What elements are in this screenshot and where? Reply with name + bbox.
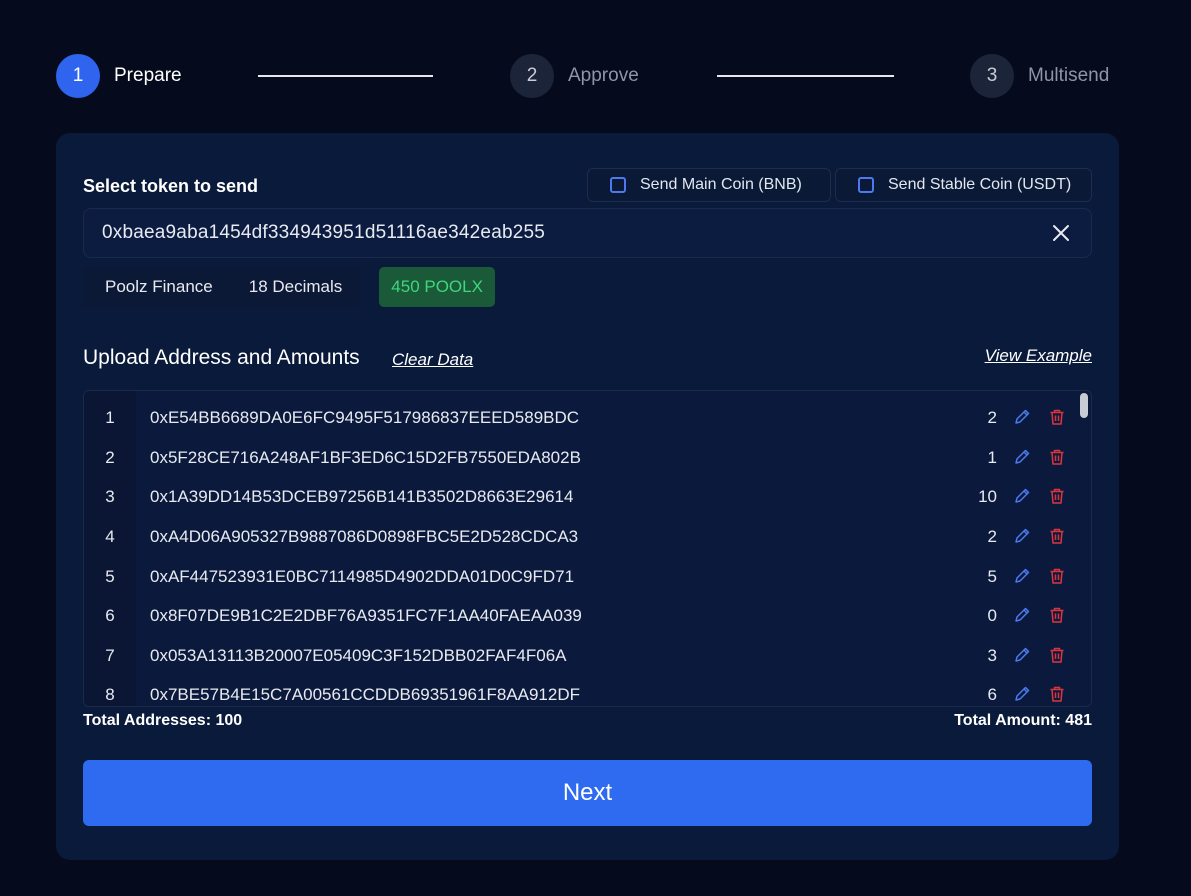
trash-icon[interactable] <box>1048 567 1066 585</box>
token-info: Poolz Finance 18 Decimals 450 POOLX <box>83 267 495 307</box>
step-multisend[interactable]: 3 Multisend <box>970 54 1109 98</box>
row-address: 0x1A39DD14B53DCEB97256B141B3502D8663E296… <box>150 486 574 506</box>
pencil-icon[interactable] <box>1013 567 1031 585</box>
token-address-input[interactable]: 0xbaea9aba1454df334943951d51116ae342eab2… <box>83 208 1092 258</box>
total-amount: Total Amount: 481 <box>954 712 1092 729</box>
send-main-coin-option[interactable]: Send Main Coin (BNB) <box>587 168 831 202</box>
row-amount: 3 <box>987 645 997 665</box>
close-icon[interactable] <box>1051 223 1071 243</box>
row-index: 5 <box>105 566 115 586</box>
row-index: 7 <box>105 645 115 665</box>
row-address: 0x5F28CE716A248AF1BF3ED6C15D2FB7550EDA80… <box>150 447 581 467</box>
row-amount: 6 <box>987 684 997 704</box>
scrollbar-thumb[interactable] <box>1080 393 1088 418</box>
total-addresses: Total Addresses: 100 <box>83 712 243 729</box>
table-row: 5 0xAF447523931E0BC7114985D4902DDA01D0C9… <box>84 557 1091 596</box>
step-prepare[interactable]: 1 Prepare <box>56 54 182 98</box>
step-label: Multisend <box>1028 65 1110 86</box>
table-row: 8 0x7BE57B4E15C7A00561CCDDB69351961F8AA9… <box>84 675 1091 706</box>
trash-icon[interactable] <box>1048 527 1066 545</box>
trash-icon[interactable] <box>1048 606 1066 624</box>
row-amount: 1 <box>987 447 997 467</box>
row-address: 0xE54BB6689DA0E6FC9495F517986837EEED589B… <box>150 407 580 427</box>
row-index: 8 <box>105 684 115 704</box>
step-number: 2 <box>510 54 554 98</box>
multisend-card: Select token to send Send Main Coin (BNB… <box>56 133 1119 860</box>
pencil-icon[interactable] <box>1013 606 1031 624</box>
table-row: 2 0x5F28CE716A248AF1BF3ED6C15D2FB7550EDA… <box>84 438 1091 477</box>
table-row: 4 0xA4D06A905327B9887086D0898FBC5E2D528C… <box>84 517 1091 556</box>
pencil-icon[interactable] <box>1013 685 1031 703</box>
row-amount: 2 <box>987 407 997 427</box>
pencil-icon[interactable] <box>1013 487 1031 505</box>
main-coin-label: Send Main Coin (BNB) <box>640 176 802 193</box>
next-button[interactable]: Next <box>83 760 1092 826</box>
token-name: Poolz Finance <box>83 267 231 307</box>
step-connector <box>717 75 894 77</box>
row-amount: 2 <box>987 526 997 546</box>
row-address: 0x053A13113B20007E05409C3F152DBB02FAF4F0… <box>150 645 567 665</box>
table-row: 6 0x8F07DE9B1C2E2DBF76A9351FC7F1AA40FAEA… <box>84 596 1091 635</box>
step-label: Approve <box>568 65 639 86</box>
row-index: 6 <box>105 605 115 625</box>
step-approve[interactable]: 2 Approve <box>510 54 639 98</box>
row-address: 0xA4D06A905327B9887086D0898FBC5E2D528CDC… <box>150 526 579 546</box>
trash-icon[interactable] <box>1048 408 1066 426</box>
step-connector <box>258 75 433 77</box>
row-address: 0x8F07DE9B1C2E2DBF76A9351FC7F1AA40FAEAA0… <box>150 605 582 625</box>
row-index: 2 <box>105 447 115 467</box>
select-token-label: Select token to send <box>83 176 259 196</box>
token-decimals: 18 Decimals <box>230 267 361 307</box>
trash-icon[interactable] <box>1048 487 1066 505</box>
row-index: 3 <box>105 486 115 506</box>
stepper: 1 Prepare 2 Approve 3 Multisend <box>56 54 1126 98</box>
trash-icon[interactable] <box>1048 646 1066 664</box>
address-list[interactable]: 1 0xE54BB6689DA0E6FC9495F517986837EEED58… <box>83 390 1092 707</box>
table-row: 1 0xE54BB6689DA0E6FC9495F517986837EEED58… <box>84 398 1091 437</box>
pencil-icon[interactable] <box>1013 408 1031 426</box>
row-amount: 0 <box>987 605 997 625</box>
step-number: 1 <box>56 54 100 98</box>
table-row: 3 0x1A39DD14B53DCEB97256B141B3502D8663E2… <box>84 477 1091 516</box>
step-label: Prepare <box>114 65 182 86</box>
token-balance-badge: 450 POOLX <box>379 267 495 307</box>
stable-coin-label: Send Stable Coin (USDT) <box>888 176 1072 193</box>
trash-icon[interactable] <box>1048 448 1066 466</box>
upload-title: Upload Address and Amounts <box>83 346 360 369</box>
stable-coin-checkbox[interactable] <box>858 177 874 193</box>
trash-icon[interactable] <box>1048 685 1066 703</box>
token-address-value[interactable]: 0xbaea9aba1454df334943951d51116ae342eab2… <box>102 222 545 244</box>
pencil-icon[interactable] <box>1013 646 1031 664</box>
pencil-icon[interactable] <box>1013 448 1031 466</box>
main-coin-checkbox[interactable] <box>610 177 626 193</box>
pencil-icon[interactable] <box>1013 527 1031 545</box>
row-amount: 10 <box>978 486 997 506</box>
send-stable-coin-option[interactable]: Send Stable Coin (USDT) <box>835 168 1092 202</box>
row-address: 0xAF447523931E0BC7114985D4902DDA01D0C9FD… <box>150 566 575 586</box>
view-example-link[interactable]: View Example <box>985 346 1092 366</box>
table-row: 7 0x053A13113B20007E05409C3F152DBB02FAF4… <box>84 636 1091 675</box>
row-amount: 5 <box>987 566 997 586</box>
row-index: 4 <box>105 526 115 546</box>
clear-data-link[interactable]: Clear Data <box>392 350 473 370</box>
row-index: 1 <box>105 407 115 427</box>
step-number: 3 <box>970 54 1014 98</box>
row-address: 0x7BE57B4E15C7A00561CCDDB69351961F8AA912… <box>150 684 581 704</box>
